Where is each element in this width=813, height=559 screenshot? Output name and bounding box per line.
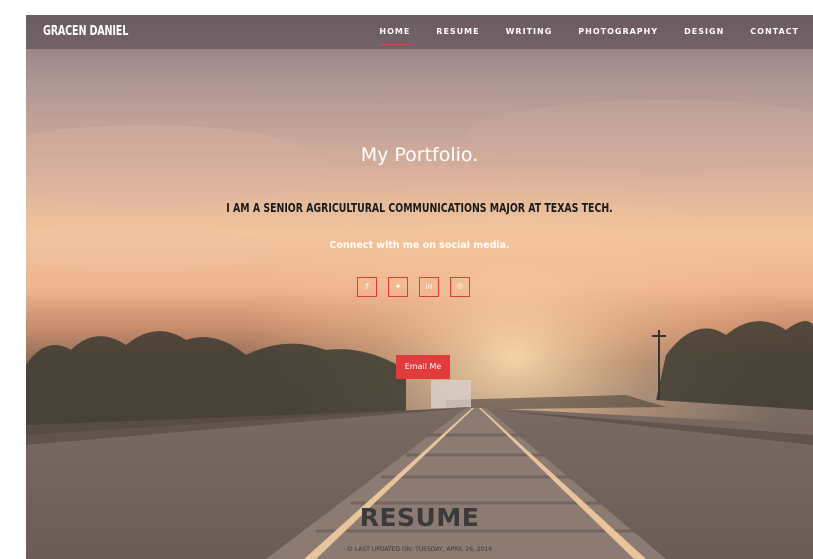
- hero-section: GRACEN DANIEL HOME RESUME WRITING PHOTOG…: [26, 15, 813, 559]
- last-updated: ⊙ LAST UPDATED ON: TUESDAY, APRIL 26, 201…: [26, 545, 813, 553]
- twitter-icon[interactable]: ✦: [388, 277, 408, 297]
- site-brand[interactable]: GRACEN DANIEL: [43, 24, 128, 39]
- email-me-button[interactable]: Email Me: [396, 355, 450, 379]
- facebook-icon[interactable]: f: [357, 277, 377, 297]
- hero-title: My Portfolio.: [360, 144, 479, 166]
- nav-item-photography[interactable]: PHOTOGRAPHY: [578, 15, 658, 49]
- resume-heading: RESUME: [359, 503, 480, 532]
- pinterest-icon[interactable]: ℗: [450, 277, 470, 297]
- clock-icon: ⊙: [346, 545, 353, 553]
- nav-item-writing[interactable]: WRITING: [506, 15, 553, 49]
- nav-item-resume[interactable]: RESUME: [436, 15, 479, 49]
- linkedin-icon[interactable]: in: [419, 277, 439, 297]
- nav-item-design[interactable]: DESIGN: [684, 15, 724, 49]
- last-updated-text: LAST UPDATED ON: TUESDAY, APRIL 26, 2016: [354, 546, 493, 553]
- nav-menu: HOME RESUME WRITING PHOTOGRAPHY DESIGN C…: [353, 15, 799, 49]
- social-prompt: Connect with me on social media.: [329, 240, 510, 251]
- top-nav: GRACEN DANIEL HOME RESUME WRITING PHOTOG…: [26, 15, 813, 49]
- nav-item-home[interactable]: HOME: [379, 15, 411, 49]
- social-links: f ✦ in ℗: [357, 277, 481, 297]
- hero-subtitle: I AM A SENIOR AGRICULTURAL COMMUNICATION…: [226, 201, 613, 215]
- nav-item-contact[interactable]: CONTACT: [750, 15, 799, 49]
